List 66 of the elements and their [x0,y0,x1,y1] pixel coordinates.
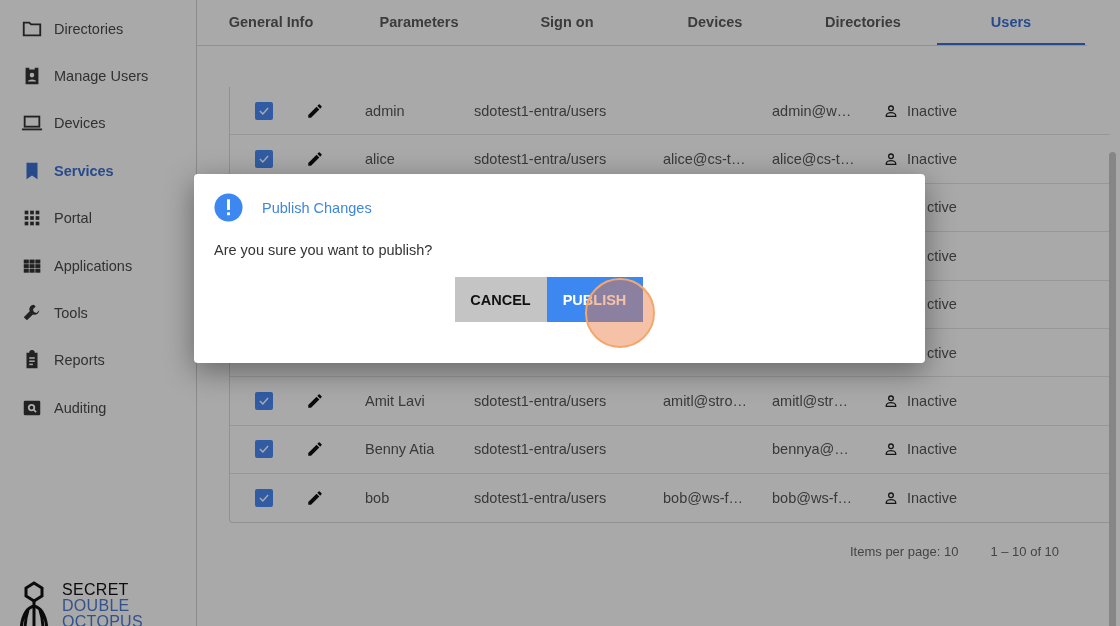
table-cell: admin [365,102,405,119]
table-cell: sdotest1-entra/users [474,393,607,410]
tab[interactable]: Parameters [345,0,493,45]
sidebar-item[interactable]: Manage Users [0,52,196,100]
table-cell: sdotest1-entra/users [474,489,607,506]
table-cell: sdotest1-entra/users [474,102,607,119]
table-cell: bennya@… [772,441,849,458]
status-text: Inactive [907,102,957,119]
status-text: ctive [927,247,957,264]
sidebar-item[interactable]: Devices [0,99,196,148]
sidebar-item[interactable]: Tools [0,289,196,337]
status-text: Inactive [907,393,957,410]
edit-icon[interactable] [306,440,324,459]
alert-icon [214,193,243,222]
table-cell: bob@ws-f… [772,489,852,506]
sidebar-item[interactable]: Directories [0,5,196,53]
tab[interactable]: Sign on [493,0,641,45]
status-text: ctive [927,296,957,313]
tab[interactable]: Directories [789,0,937,45]
person-icon [883,441,899,458]
edit-icon[interactable] [306,101,324,120]
checkbox[interactable] [255,488,273,507]
dialog-title: Publish Changes [262,199,372,216]
table-cell: alice@cs-t… [772,151,855,168]
tab[interactable]: General Info [197,0,345,45]
status-text: ctive [927,199,957,216]
sidebar-item[interactable]: Applications [0,241,196,290]
page-range: 1 – 10 of 10 [990,543,1060,559]
table-cell: admin@w… [772,102,852,119]
checkbox[interactable] [255,392,273,411]
edit-icon[interactable] [306,392,324,411]
scrollbar-thumb[interactable] [1109,152,1116,626]
cancel-button[interactable]: CANCEL [454,277,547,322]
tab[interactable]: Devices [641,0,789,45]
items-per-page: Items per page: 10 [850,543,959,559]
table-cell: bob [365,489,390,506]
status-text: ctive [927,344,957,361]
tab[interactable]: Users [937,0,1085,45]
edit-icon[interactable] [306,150,324,169]
dialog-message: Are you sure you want to publish? [214,242,434,258]
status-text: Inactive [907,489,957,506]
status-text: Inactive [907,441,957,458]
checkbox[interactable] [255,101,273,120]
logo-text: SECRET [62,582,130,598]
table-cell: sdotest1-entra/users [474,441,607,458]
table-cell: amitl@str… [772,393,848,410]
logo-text: DOUBLE [62,598,131,614]
sidebar-item[interactable]: Portal [0,194,196,242]
table-cell: alice [365,151,395,168]
edit-icon[interactable] [306,488,324,507]
person-icon [883,393,899,410]
table-cell: bob@ws-f… [663,489,743,506]
table-cell: amitl@stro… [663,393,747,410]
checkbox[interactable] [255,150,273,169]
sidebar-item[interactable]: Services [0,147,196,195]
table-cell: Amit Lavi [365,393,425,410]
table-cell: Benny Atia [365,441,435,458]
person-icon [883,489,899,506]
status-text: Inactive [907,151,957,168]
table-cell: alice@cs-t… [663,151,746,168]
person-icon [883,102,899,119]
sidebar-item[interactable]: Reports [0,336,196,385]
person-icon [883,151,899,168]
table-cell: sdotest1-entra/users [474,151,607,168]
checkbox[interactable] [255,440,273,459]
sidebar-item[interactable]: Auditing [0,384,196,432]
